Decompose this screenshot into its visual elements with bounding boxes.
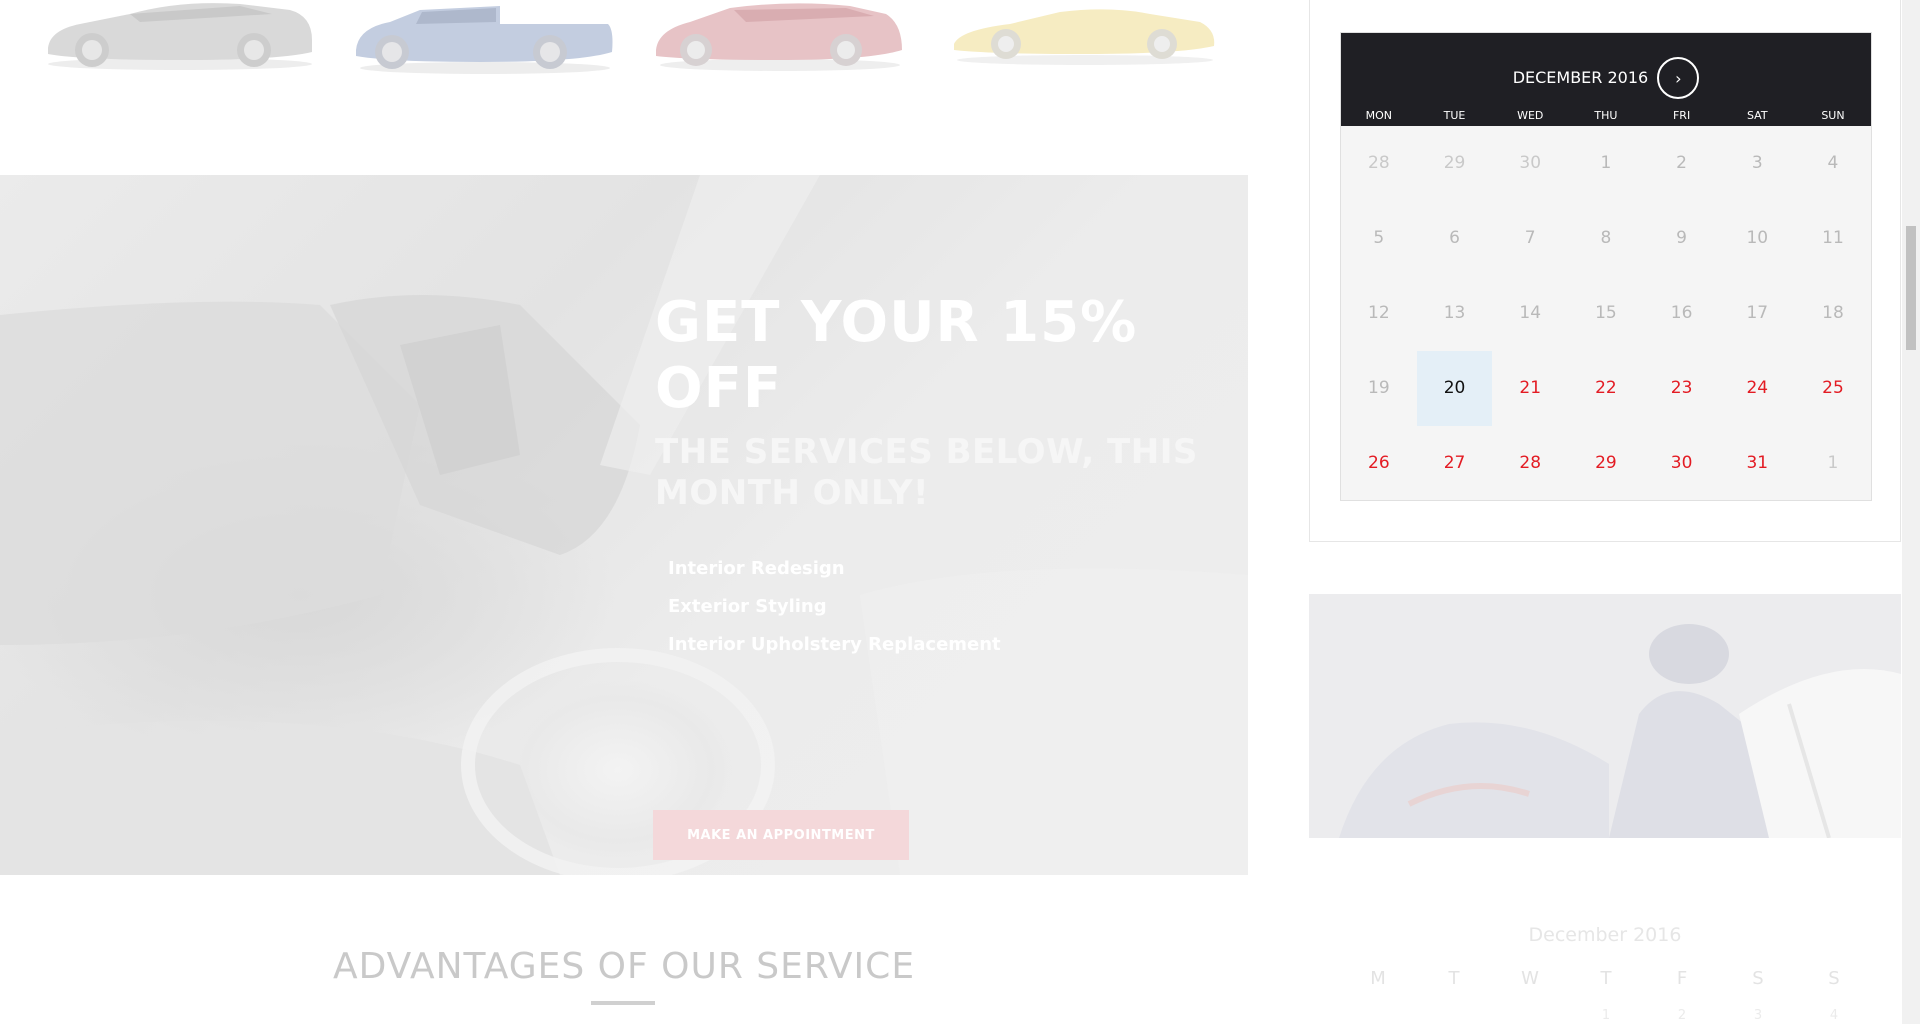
calendar-day-available[interactable]: 28 xyxy=(1492,426,1568,501)
calendar-day-grid: 28 29 30 1 2 3 4 5 6 7 8 9 10 11 12 13 14 15 16 17 18 19 20 21 2… xyxy=(1341,126,1871,501)
mechanic-photo xyxy=(1309,594,1901,838)
weekday-thu: THU xyxy=(1594,109,1618,122)
calendar-month-row: DECEMBER 2016 › xyxy=(1341,57,1871,99)
calendar-day-available[interactable]: 27 xyxy=(1417,426,1493,501)
calendar-day-other-month: 30 xyxy=(1519,153,1542,173)
mini-calendar-first-row: 1 2 3 4 xyxy=(1340,1008,1872,1023)
promo-banner: GET YOUR 15% OFF THE SERVICES BELOW, THI… xyxy=(0,175,1248,875)
calendar-day-other-month: 28 xyxy=(1368,153,1390,173)
weekday-fri: FRI xyxy=(1672,109,1691,122)
mini-day[interactable] xyxy=(1416,1008,1492,1023)
calendar-day-past: 8 xyxy=(1600,228,1612,248)
service-item-upholstery-replacement: Interior Upholstery Replacement xyxy=(668,634,1001,655)
calendar-day-available[interactable]: 22 xyxy=(1568,351,1644,426)
services-list: Interior Redesign Exterior Styling Inter… xyxy=(655,550,1215,664)
calendar-day-available[interactable]: 24 xyxy=(1719,351,1795,426)
promo-title: GET YOUR 15% OFF xyxy=(655,290,1215,422)
promo-subtitle: THE SERVICES BELOW, THIS MONTH ONLY! xyxy=(655,432,1215,514)
calendar-day-past: 3 xyxy=(1751,153,1763,173)
service-item-exterior-styling: Exterior Styling xyxy=(668,596,827,617)
mini-calendar-title: December 2016 xyxy=(1528,924,1682,946)
calendar-day-other-month: 1 xyxy=(1827,453,1839,473)
calendar-week-row: 5 6 7 8 9 10 11 xyxy=(1341,201,1871,276)
red-suv-image xyxy=(656,3,902,71)
calendar-day-past: 7 xyxy=(1524,228,1536,248)
mini-calendar-weekday-row: M T W T F S S xyxy=(1340,968,1872,989)
calendar-day-past: 19 xyxy=(1368,378,1390,398)
calendar-week-row: 19 20 21 22 23 24 25 xyxy=(1341,351,1871,426)
mini-day[interactable]: 3 xyxy=(1720,1008,1796,1023)
weekday-mon: MON xyxy=(1365,109,1393,122)
car-gallery xyxy=(0,0,1248,80)
calendar-day-past: 14 xyxy=(1519,303,1542,323)
mini-weekday: M xyxy=(1370,968,1386,989)
calendar-day-past: 9 xyxy=(1676,228,1687,248)
mini-weekday: W xyxy=(1521,968,1539,989)
calendar-day-available[interactable]: 26 xyxy=(1341,426,1417,501)
promo-title-line1: GET YOUR 15% xyxy=(655,290,1138,355)
make-appointment-button[interactable]: MAKE AN APPOINTMENT xyxy=(653,810,909,860)
service-item-interior-redesign: Interior Redesign xyxy=(668,558,845,579)
chevron-right-icon: › xyxy=(1675,68,1682,88)
calendar-day-past: 10 xyxy=(1746,228,1769,248)
yellow-sportscar-image xyxy=(954,9,1215,65)
calendar-day-past: 1 xyxy=(1600,153,1612,173)
calendar-day-available[interactable]: 30 xyxy=(1644,426,1720,501)
calendar-day-past: 2 xyxy=(1676,153,1687,173)
mini-weekday: S xyxy=(1828,968,1840,989)
mini-day[interactable]: 1 xyxy=(1568,1008,1644,1023)
calendar-day-past: 5 xyxy=(1373,228,1385,248)
mini-day[interactable]: 2 xyxy=(1644,1008,1720,1023)
calendar-day-past: 18 xyxy=(1822,303,1844,323)
promo-content: GET YOUR 15% OFF THE SERVICES BELOW, THI… xyxy=(653,290,1215,860)
calendar-month-label: DECEMBER 2016 xyxy=(1512,68,1649,87)
calendar-day-today[interactable]: 20 xyxy=(1416,351,1493,426)
scrollbar-thumb[interactable] xyxy=(1906,226,1916,350)
calendar-day-past: 11 xyxy=(1822,228,1844,248)
calendar-day-available[interactable]: 31 xyxy=(1719,426,1795,501)
advantages-title-underline xyxy=(591,1001,655,1005)
weekday-tue: TUE xyxy=(1443,109,1466,122)
calendar-week-row: 28 29 30 1 2 3 4 xyxy=(1341,126,1871,201)
calendar-weekday-row: MON TUE WED THU FRI SAT SUN xyxy=(1341,107,1871,125)
mini-day[interactable] xyxy=(1492,1008,1568,1023)
mini-day[interactable]: 4 xyxy=(1796,1008,1872,1023)
promo-title-line2: OFF xyxy=(655,356,783,421)
calendar-day-past: 16 xyxy=(1670,303,1693,323)
calendar-header: DECEMBER 2016 › MON TUE WED THU FRI SAT … xyxy=(1341,33,1871,126)
calendar-day-past: 6 xyxy=(1449,228,1460,248)
page-scrollbar[interactable] xyxy=(1902,0,1920,1024)
weekday-sun: SUN xyxy=(1821,109,1845,122)
calendar-day-available[interactable]: 25 xyxy=(1795,351,1871,426)
calendar-day-past: 15 xyxy=(1595,303,1617,323)
calendar-day-past: 12 xyxy=(1368,303,1390,323)
mini-weekday: T xyxy=(1600,968,1612,989)
calendar-day-available[interactable]: 23 xyxy=(1644,351,1720,426)
calendar-day-past: 17 xyxy=(1746,303,1769,323)
calendar-day-past: 4 xyxy=(1827,153,1839,173)
silver-suv-image xyxy=(48,3,312,70)
weekday-wed: WED xyxy=(1517,109,1544,122)
promo-subtitle-line1: THE SERVICES BELOW, THIS xyxy=(655,432,1198,472)
calendar-week-row: 26 27 28 29 30 31 1 xyxy=(1341,426,1871,501)
calendar-day-other-month: 29 xyxy=(1443,153,1466,173)
mini-weekday: F xyxy=(1676,968,1688,989)
mini-weekday: T xyxy=(1448,968,1460,989)
advantages-title: ADVANTAGES OF OUR SERVICE xyxy=(332,946,916,987)
mini-day[interactable] xyxy=(1340,1008,1416,1023)
booking-calendar: DECEMBER 2016 › MON TUE WED THU FRI SAT … xyxy=(1340,32,1872,501)
calendar-day-past: 13 xyxy=(1443,303,1466,323)
calendar-week-row: 12 13 14 15 16 17 18 xyxy=(1341,276,1871,351)
blue-pickup-image xyxy=(356,6,613,74)
weekday-sat: SAT xyxy=(1746,109,1768,122)
mini-weekday: S xyxy=(1752,968,1764,989)
next-month-button[interactable]: › xyxy=(1657,57,1700,99)
promo-subtitle-line2: MONTH ONLY! xyxy=(655,473,930,513)
calendar-day-available[interactable]: 21 xyxy=(1492,351,1568,426)
mechanic-illustration xyxy=(1309,594,1901,838)
calendar-day-available[interactable]: 29 xyxy=(1568,426,1644,501)
